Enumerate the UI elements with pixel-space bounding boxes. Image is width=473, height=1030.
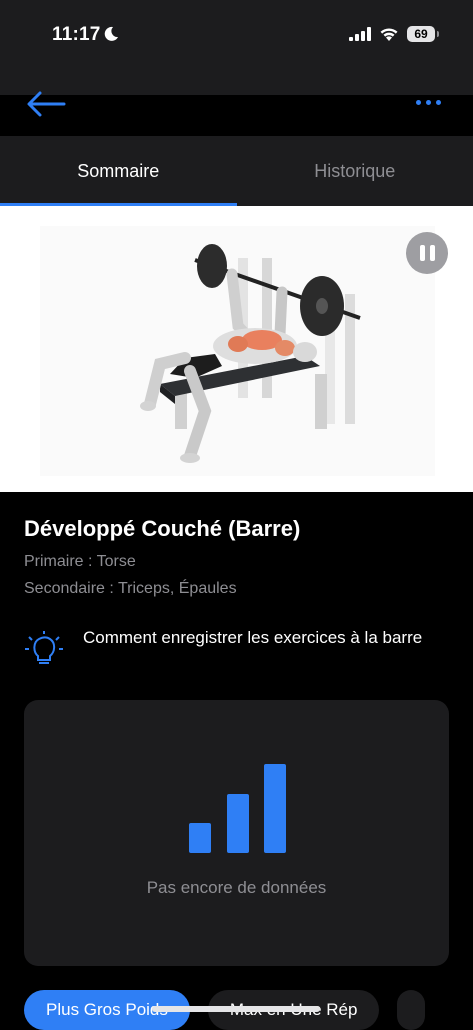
barbell-tip-link[interactable]: Comment enregistrer les exercices à la b… <box>24 620 449 680</box>
home-indicator <box>152 1006 320 1012</box>
nav-strip <box>0 95 473 135</box>
moon-icon <box>103 26 119 42</box>
status-icons: 69 <box>349 26 435 42</box>
chip-more[interactable] <box>397 990 425 1030</box>
status-time: 11:17 <box>52 24 101 46</box>
exercise-media <box>0 206 473 492</box>
tip-text: Comment enregistrer les exercices à la b… <box>83 625 443 651</box>
battery-level: 69 <box>414 27 427 41</box>
arrow-left-icon[interactable] <box>24 88 68 120</box>
pause-icon <box>420 245 425 261</box>
lightbulb-icon <box>24 630 64 670</box>
more-options-button[interactable] <box>411 92 445 112</box>
segmented-tabs: Sommaire Historique <box>0 136 473 206</box>
secondary-muscles: Secondaire : Triceps, Épaules <box>24 580 237 598</box>
wifi-icon <box>379 27 399 42</box>
progress-chart-card: Pas encore de données <box>24 700 449 966</box>
empty-state-text: Pas encore de données <box>24 878 449 898</box>
battery-indicator: 69 <box>407 26 435 42</box>
tab-sommaire[interactable]: Sommaire <box>0 136 237 206</box>
exercise-title: Développé Couché (Barre) <box>24 516 300 542</box>
tab-historique[interactable]: Historique <box>237 136 473 206</box>
ellipsis-icon <box>416 100 421 105</box>
cellular-signal-icon <box>349 27 371 41</box>
nav-bar <box>0 70 473 95</box>
status-bar: 11:17 69 <box>0 0 473 70</box>
bar-chart-icon <box>188 763 288 853</box>
bench-press-illustration <box>0 206 473 492</box>
primary-muscle: Primaire : Torse <box>24 553 136 571</box>
pause-button[interactable] <box>406 232 448 274</box>
